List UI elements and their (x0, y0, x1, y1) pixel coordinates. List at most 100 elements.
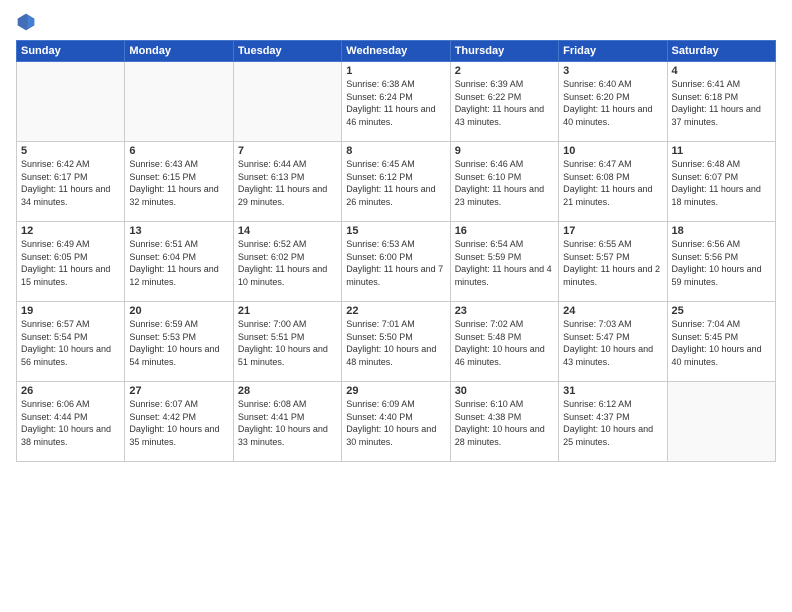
calendar-page: SundayMondayTuesdayWednesdayThursdayFrid… (0, 0, 792, 612)
day-info: Sunrise: 6:10 AM Sunset: 4:38 PM Dayligh… (455, 398, 554, 448)
day-info: Sunrise: 6:51 AM Sunset: 6:04 PM Dayligh… (129, 238, 228, 288)
header-day-thursday: Thursday (450, 41, 558, 62)
day-number: 12 (21, 225, 120, 237)
calendar-week-3: 12Sunrise: 6:49 AM Sunset: 6:05 PM Dayli… (17, 222, 776, 302)
day-number: 19 (21, 305, 120, 317)
calendar-cell: 21Sunrise: 7:00 AM Sunset: 5:51 PM Dayli… (233, 302, 341, 382)
day-info: Sunrise: 6:54 AM Sunset: 5:59 PM Dayligh… (455, 238, 554, 288)
day-info: Sunrise: 6:55 AM Sunset: 5:57 PM Dayligh… (563, 238, 662, 288)
day-info: Sunrise: 6:43 AM Sunset: 6:15 PM Dayligh… (129, 158, 228, 208)
calendar-cell: 30Sunrise: 6:10 AM Sunset: 4:38 PM Dayli… (450, 382, 558, 462)
day-info: Sunrise: 6:38 AM Sunset: 6:24 PM Dayligh… (346, 78, 445, 128)
day-info: Sunrise: 6:45 AM Sunset: 6:12 PM Dayligh… (346, 158, 445, 208)
day-info: Sunrise: 6:40 AM Sunset: 6:20 PM Dayligh… (563, 78, 662, 128)
day-info: Sunrise: 7:02 AM Sunset: 5:48 PM Dayligh… (455, 318, 554, 368)
calendar-cell: 2Sunrise: 6:39 AM Sunset: 6:22 PM Daylig… (450, 62, 558, 142)
calendar-cell (17, 62, 125, 142)
day-info: Sunrise: 6:41 AM Sunset: 6:18 PM Dayligh… (672, 78, 771, 128)
calendar-cell: 13Sunrise: 6:51 AM Sunset: 6:04 PM Dayli… (125, 222, 233, 302)
calendar-cell: 1Sunrise: 6:38 AM Sunset: 6:24 PM Daylig… (342, 62, 450, 142)
header-day-wednesday: Wednesday (342, 41, 450, 62)
calendar-cell: 19Sunrise: 6:57 AM Sunset: 5:54 PM Dayli… (17, 302, 125, 382)
calendar-cell: 9Sunrise: 6:46 AM Sunset: 6:10 PM Daylig… (450, 142, 558, 222)
day-number: 30 (455, 385, 554, 397)
day-info: Sunrise: 6:42 AM Sunset: 6:17 PM Dayligh… (21, 158, 120, 208)
calendar-cell: 10Sunrise: 6:47 AM Sunset: 6:08 PM Dayli… (559, 142, 667, 222)
calendar-cell: 3Sunrise: 6:40 AM Sunset: 6:20 PM Daylig… (559, 62, 667, 142)
calendar-cell: 6Sunrise: 6:43 AM Sunset: 6:15 PM Daylig… (125, 142, 233, 222)
calendar-cell (667, 382, 775, 462)
day-number: 10 (563, 145, 662, 157)
calendar-cell: 18Sunrise: 6:56 AM Sunset: 5:56 PM Dayli… (667, 222, 775, 302)
day-info: Sunrise: 6:59 AM Sunset: 5:53 PM Dayligh… (129, 318, 228, 368)
header-day-tuesday: Tuesday (233, 41, 341, 62)
calendar-cell: 16Sunrise: 6:54 AM Sunset: 5:59 PM Dayli… (450, 222, 558, 302)
calendar-week-4: 19Sunrise: 6:57 AM Sunset: 5:54 PM Dayli… (17, 302, 776, 382)
day-info: Sunrise: 7:00 AM Sunset: 5:51 PM Dayligh… (238, 318, 337, 368)
day-info: Sunrise: 6:52 AM Sunset: 6:02 PM Dayligh… (238, 238, 337, 288)
calendar-cell: 15Sunrise: 6:53 AM Sunset: 6:00 PM Dayli… (342, 222, 450, 302)
day-info: Sunrise: 7:04 AM Sunset: 5:45 PM Dayligh… (672, 318, 771, 368)
day-number: 6 (129, 145, 228, 157)
calendar-cell: 20Sunrise: 6:59 AM Sunset: 5:53 PM Dayli… (125, 302, 233, 382)
calendar-cell: 5Sunrise: 6:42 AM Sunset: 6:17 PM Daylig… (17, 142, 125, 222)
day-info: Sunrise: 6:44 AM Sunset: 6:13 PM Dayligh… (238, 158, 337, 208)
calendar-header-row: SundayMondayTuesdayWednesdayThursdayFrid… (17, 41, 776, 62)
day-number: 5 (21, 145, 120, 157)
calendar-cell (233, 62, 341, 142)
calendar-cell: 28Sunrise: 6:08 AM Sunset: 4:41 PM Dayli… (233, 382, 341, 462)
day-number: 9 (455, 145, 554, 157)
header-day-saturday: Saturday (667, 41, 775, 62)
calendar-cell: 17Sunrise: 6:55 AM Sunset: 5:57 PM Dayli… (559, 222, 667, 302)
calendar-table: SundayMondayTuesdayWednesdayThursdayFrid… (16, 40, 776, 462)
day-number: 7 (238, 145, 337, 157)
day-number: 25 (672, 305, 771, 317)
day-info: Sunrise: 6:07 AM Sunset: 4:42 PM Dayligh… (129, 398, 228, 448)
day-info: Sunrise: 7:01 AM Sunset: 5:50 PM Dayligh… (346, 318, 445, 368)
header-day-monday: Monday (125, 41, 233, 62)
day-info: Sunrise: 6:47 AM Sunset: 6:08 PM Dayligh… (563, 158, 662, 208)
day-number: 14 (238, 225, 337, 237)
day-number: 27 (129, 385, 228, 397)
day-number: 20 (129, 305, 228, 317)
day-info: Sunrise: 6:53 AM Sunset: 6:00 PM Dayligh… (346, 238, 445, 288)
calendar-cell: 29Sunrise: 6:09 AM Sunset: 4:40 PM Dayli… (342, 382, 450, 462)
calendar-week-1: 1Sunrise: 6:38 AM Sunset: 6:24 PM Daylig… (17, 62, 776, 142)
day-info: Sunrise: 6:57 AM Sunset: 5:54 PM Dayligh… (21, 318, 120, 368)
day-info: Sunrise: 6:56 AM Sunset: 5:56 PM Dayligh… (672, 238, 771, 288)
day-number: 13 (129, 225, 228, 237)
day-number: 1 (346, 65, 445, 77)
day-number: 31 (563, 385, 662, 397)
calendar-cell: 24Sunrise: 7:03 AM Sunset: 5:47 PM Dayli… (559, 302, 667, 382)
day-info: Sunrise: 6:06 AM Sunset: 4:44 PM Dayligh… (21, 398, 120, 448)
logo (16, 12, 38, 32)
day-number: 15 (346, 225, 445, 237)
day-number: 3 (563, 65, 662, 77)
day-info: Sunrise: 6:12 AM Sunset: 4:37 PM Dayligh… (563, 398, 662, 448)
calendar-cell (125, 62, 233, 142)
day-number: 2 (455, 65, 554, 77)
day-number: 28 (238, 385, 337, 397)
day-number: 17 (563, 225, 662, 237)
calendar-cell: 27Sunrise: 6:07 AM Sunset: 4:42 PM Dayli… (125, 382, 233, 462)
day-number: 22 (346, 305, 445, 317)
day-number: 23 (455, 305, 554, 317)
calendar-cell: 25Sunrise: 7:04 AM Sunset: 5:45 PM Dayli… (667, 302, 775, 382)
calendar-cell: 23Sunrise: 7:02 AM Sunset: 5:48 PM Dayli… (450, 302, 558, 382)
logo-icon (16, 12, 36, 32)
calendar-week-5: 26Sunrise: 6:06 AM Sunset: 4:44 PM Dayli… (17, 382, 776, 462)
day-number: 21 (238, 305, 337, 317)
calendar-week-2: 5Sunrise: 6:42 AM Sunset: 6:17 PM Daylig… (17, 142, 776, 222)
calendar-cell: 26Sunrise: 6:06 AM Sunset: 4:44 PM Dayli… (17, 382, 125, 462)
day-number: 26 (21, 385, 120, 397)
day-info: Sunrise: 7:03 AM Sunset: 5:47 PM Dayligh… (563, 318, 662, 368)
day-number: 29 (346, 385, 445, 397)
day-info: Sunrise: 6:46 AM Sunset: 6:10 PM Dayligh… (455, 158, 554, 208)
day-info: Sunrise: 6:39 AM Sunset: 6:22 PM Dayligh… (455, 78, 554, 128)
calendar-cell: 7Sunrise: 6:44 AM Sunset: 6:13 PM Daylig… (233, 142, 341, 222)
calendar-cell: 12Sunrise: 6:49 AM Sunset: 6:05 PM Dayli… (17, 222, 125, 302)
calendar-cell: 22Sunrise: 7:01 AM Sunset: 5:50 PM Dayli… (342, 302, 450, 382)
calendar-cell: 14Sunrise: 6:52 AM Sunset: 6:02 PM Dayli… (233, 222, 341, 302)
day-number: 4 (672, 65, 771, 77)
calendar-cell: 11Sunrise: 6:48 AM Sunset: 6:07 PM Dayli… (667, 142, 775, 222)
